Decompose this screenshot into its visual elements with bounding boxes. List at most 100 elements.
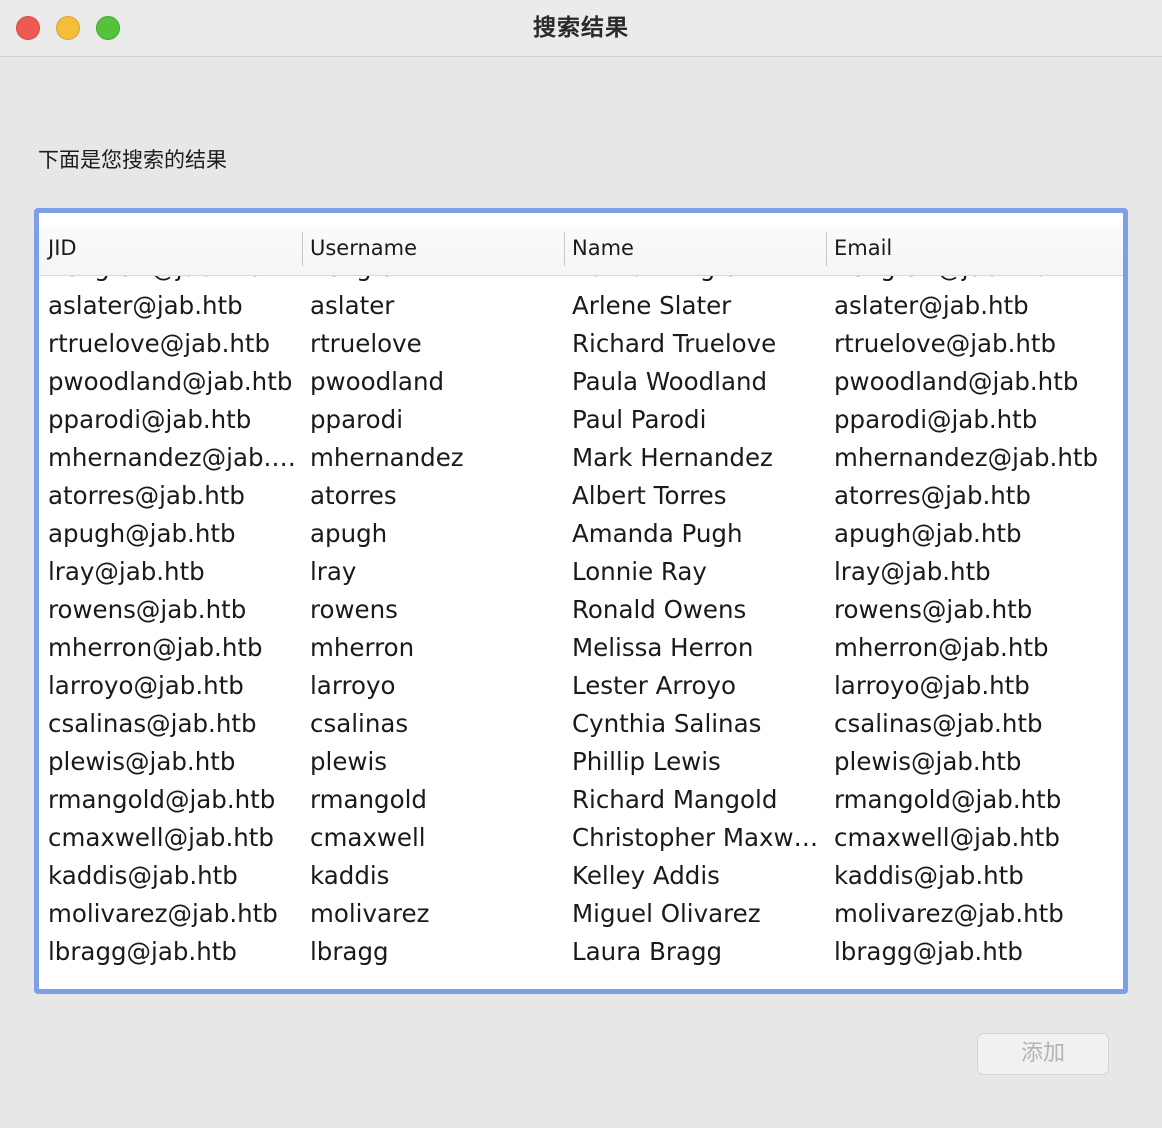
table-row[interactable]: nenglert@jab.htb nenglert Nathan Englert ne… bbox=[39, 276, 1123, 288]
cell-jid: lray@jab.htb bbox=[48, 557, 205, 586]
cell-name: Mark Hernandez bbox=[572, 443, 773, 472]
cell-username: apugh bbox=[310, 519, 388, 548]
cell-email: mhernandez@jab.htb bbox=[834, 443, 1099, 472]
table-row[interactable]: cmaxwell@jab.htb cmaxwell Christopher Maxw… bbox=[39, 820, 1123, 858]
table-row[interactable]: rtruelove@jab.htb rtruelove Richard Truelo… bbox=[39, 326, 1123, 364]
cell-username: nenglert bbox=[310, 276, 560, 288]
cell-email: aslater@jab.htb bbox=[834, 291, 1029, 320]
cell-name: Paula Woodland bbox=[572, 367, 768, 396]
table-row[interactable]: plewis@jab.htb plewis Phillip Lewis plewis@… bbox=[39, 744, 1123, 782]
cell-email: pwoodland@jab.htb bbox=[834, 367, 1079, 396]
cell-username: lbragg bbox=[310, 937, 389, 966]
column-header-username[interactable]: Username bbox=[301, 225, 563, 275]
table-row[interactable]: apugh@jab.htb apugh Amanda Pugh apugh@jab.h… bbox=[39, 516, 1123, 554]
cell-jid: lbragg@jab.htb bbox=[48, 937, 237, 966]
cell-name: Arlene Slater bbox=[572, 291, 732, 320]
cell-username: rowens bbox=[310, 595, 398, 624]
cell-name: Phillip Lewis bbox=[572, 747, 721, 776]
cell-email: lbragg@jab.htb bbox=[834, 937, 1023, 966]
results-table[interactable]: JID Username Name Email nenglert@jab.htb… bbox=[34, 208, 1128, 994]
cell-username: csalinas bbox=[310, 709, 409, 738]
add-button[interactable]: 添加 bbox=[977, 1033, 1109, 1075]
cell-jid: apugh@jab.htb bbox=[48, 519, 236, 548]
cell-jid: aslater@jab.htb bbox=[48, 291, 243, 320]
table-row[interactable]: lray@jab.htb lray Lonnie Ray lray@jab.htb bbox=[39, 554, 1123, 592]
cell-username: pparodi bbox=[310, 405, 403, 434]
table-row[interactable]: aslater@jab.htb aslater Arlene Slater aslat… bbox=[39, 288, 1123, 326]
cell-name: Nathan Englert bbox=[572, 276, 822, 288]
cell-email: cmaxwell@jab.htb bbox=[834, 823, 1060, 852]
cell-email: pparodi@jab.htb bbox=[834, 405, 1038, 434]
cell-username: lray bbox=[310, 557, 357, 586]
cell-email: molivarez@jab.htb bbox=[834, 899, 1064, 928]
cell-jid: atorres@jab.htb bbox=[48, 481, 245, 510]
cell-name: Ronald Owens bbox=[572, 595, 747, 624]
cell-name: Christopher Maxwell bbox=[572, 823, 822, 852]
cell-jid: nenglert@jab.htb bbox=[48, 276, 298, 288]
table-row[interactable]: mherron@jab.htb mherron Melissa Herron mher… bbox=[39, 630, 1123, 668]
table-row[interactable]: mhernandez@jab.htb mhernandez Mark Hernand… bbox=[39, 440, 1123, 478]
table-row[interactable]: pwoodland@jab.htb pwoodland Paula Woodland… bbox=[39, 364, 1123, 402]
cell-email: larroyo@jab.htb bbox=[834, 671, 1030, 700]
cell-name: Richard Truelove bbox=[572, 329, 777, 358]
title-bar: 搜索结果 bbox=[0, 0, 1162, 57]
cell-jid: pparodi@jab.htb bbox=[48, 405, 252, 434]
cell-username: mhernandez bbox=[310, 443, 464, 472]
table-row[interactable]: kaddis@jab.htb kaddis Kelley Addis kaddis@j… bbox=[39, 858, 1123, 896]
table-row[interactable]: csalinas@jab.htb csalinas Cynthia Salinas c… bbox=[39, 706, 1123, 744]
cell-name: Albert Torres bbox=[572, 481, 727, 510]
cell-email: atorres@jab.htb bbox=[834, 481, 1031, 510]
cell-username: rmangold bbox=[310, 785, 427, 814]
cell-jid: csalinas@jab.htb bbox=[48, 709, 257, 738]
cell-name: Laura Bragg bbox=[572, 937, 723, 966]
table-body[interactable]: nenglert@jab.htb nenglert Nathan Englert ne… bbox=[39, 276, 1123, 989]
cell-jid: cmaxwell@jab.htb bbox=[48, 823, 274, 852]
cell-username: atorres bbox=[310, 481, 397, 510]
table-row[interactable]: pparodi@jab.htb pparodi Paul Parodi pparodi… bbox=[39, 402, 1123, 440]
table-row[interactable]: rmangold@jab.htb rmangold Richard Mangold r… bbox=[39, 782, 1123, 820]
table-row[interactable]: atorres@jab.htb atorres Albert Torres atorr… bbox=[39, 478, 1123, 516]
cell-jid: mhernandez@jab.htb bbox=[48, 443, 298, 472]
cell-email: nenglert@jab.htb bbox=[834, 276, 1119, 288]
cell-jid: plewis@jab.htb bbox=[48, 747, 236, 776]
cell-jid: pwoodland@jab.htb bbox=[48, 367, 293, 396]
cell-username: mherron bbox=[310, 633, 415, 662]
table-row[interactable]: molivarez@jab.htb molivarez Miguel Olivare… bbox=[39, 896, 1123, 934]
cell-username: pwoodland bbox=[310, 367, 445, 396]
results-description: 下面是您搜索的结果 bbox=[38, 148, 227, 172]
cell-name: Cynthia Salinas bbox=[572, 709, 762, 738]
table-row[interactable]: larroyo@jab.htb larroyo Lester Arroyo larro… bbox=[39, 668, 1123, 706]
cell-jid: larroyo@jab.htb bbox=[48, 671, 244, 700]
cell-email: rmangold@jab.htb bbox=[834, 785, 1062, 814]
table-row[interactable]: rowens@jab.htb rowens Ronald Owens rowens@j… bbox=[39, 592, 1123, 630]
cell-jid: rmangold@jab.htb bbox=[48, 785, 276, 814]
cell-email: apugh@jab.htb bbox=[834, 519, 1022, 548]
cell-jid: molivarez@jab.htb bbox=[48, 899, 278, 928]
cell-jid: mherron@jab.htb bbox=[48, 633, 263, 662]
search-results-window: 搜索结果 下面是您搜索的结果 JID Username Name Email n… bbox=[0, 0, 1162, 1128]
cell-email: mherron@jab.htb bbox=[834, 633, 1049, 662]
column-header-name[interactable]: Name bbox=[563, 225, 825, 275]
table-header: JID Username Name Email bbox=[39, 225, 1123, 276]
table-rows: nenglert@jab.htb nenglert Nathan Englert ne… bbox=[39, 276, 1123, 972]
cell-email: rowens@jab.htb bbox=[834, 595, 1033, 624]
cell-jid: kaddis@jab.htb bbox=[48, 861, 238, 890]
column-header-jid[interactable]: JID bbox=[39, 225, 301, 275]
cell-name: Amanda Pugh bbox=[572, 519, 743, 548]
table-row[interactable]: lbragg@jab.htb lbragg Laura Bragg lbragg@ja… bbox=[39, 934, 1123, 972]
cell-name: Kelley Addis bbox=[572, 861, 720, 890]
cell-username: kaddis bbox=[310, 861, 390, 890]
cell-email: csalinas@jab.htb bbox=[834, 709, 1043, 738]
cell-name: Lonnie Ray bbox=[572, 557, 707, 586]
cell-username: rtruelove bbox=[310, 329, 422, 358]
column-header-email[interactable]: Email bbox=[825, 225, 1123, 275]
cell-jid: rowens@jab.htb bbox=[48, 595, 247, 624]
cell-name: Paul Parodi bbox=[572, 405, 707, 434]
cell-username: larroyo bbox=[310, 671, 396, 700]
cell-email: rtruelove@jab.htb bbox=[834, 329, 1057, 358]
cell-email: lray@jab.htb bbox=[834, 557, 991, 586]
window-title: 搜索结果 bbox=[533, 15, 629, 41]
cell-email: plewis@jab.htb bbox=[834, 747, 1022, 776]
cell-name: Melissa Herron bbox=[572, 633, 754, 662]
cell-name: Miguel Olivarez bbox=[572, 899, 761, 928]
